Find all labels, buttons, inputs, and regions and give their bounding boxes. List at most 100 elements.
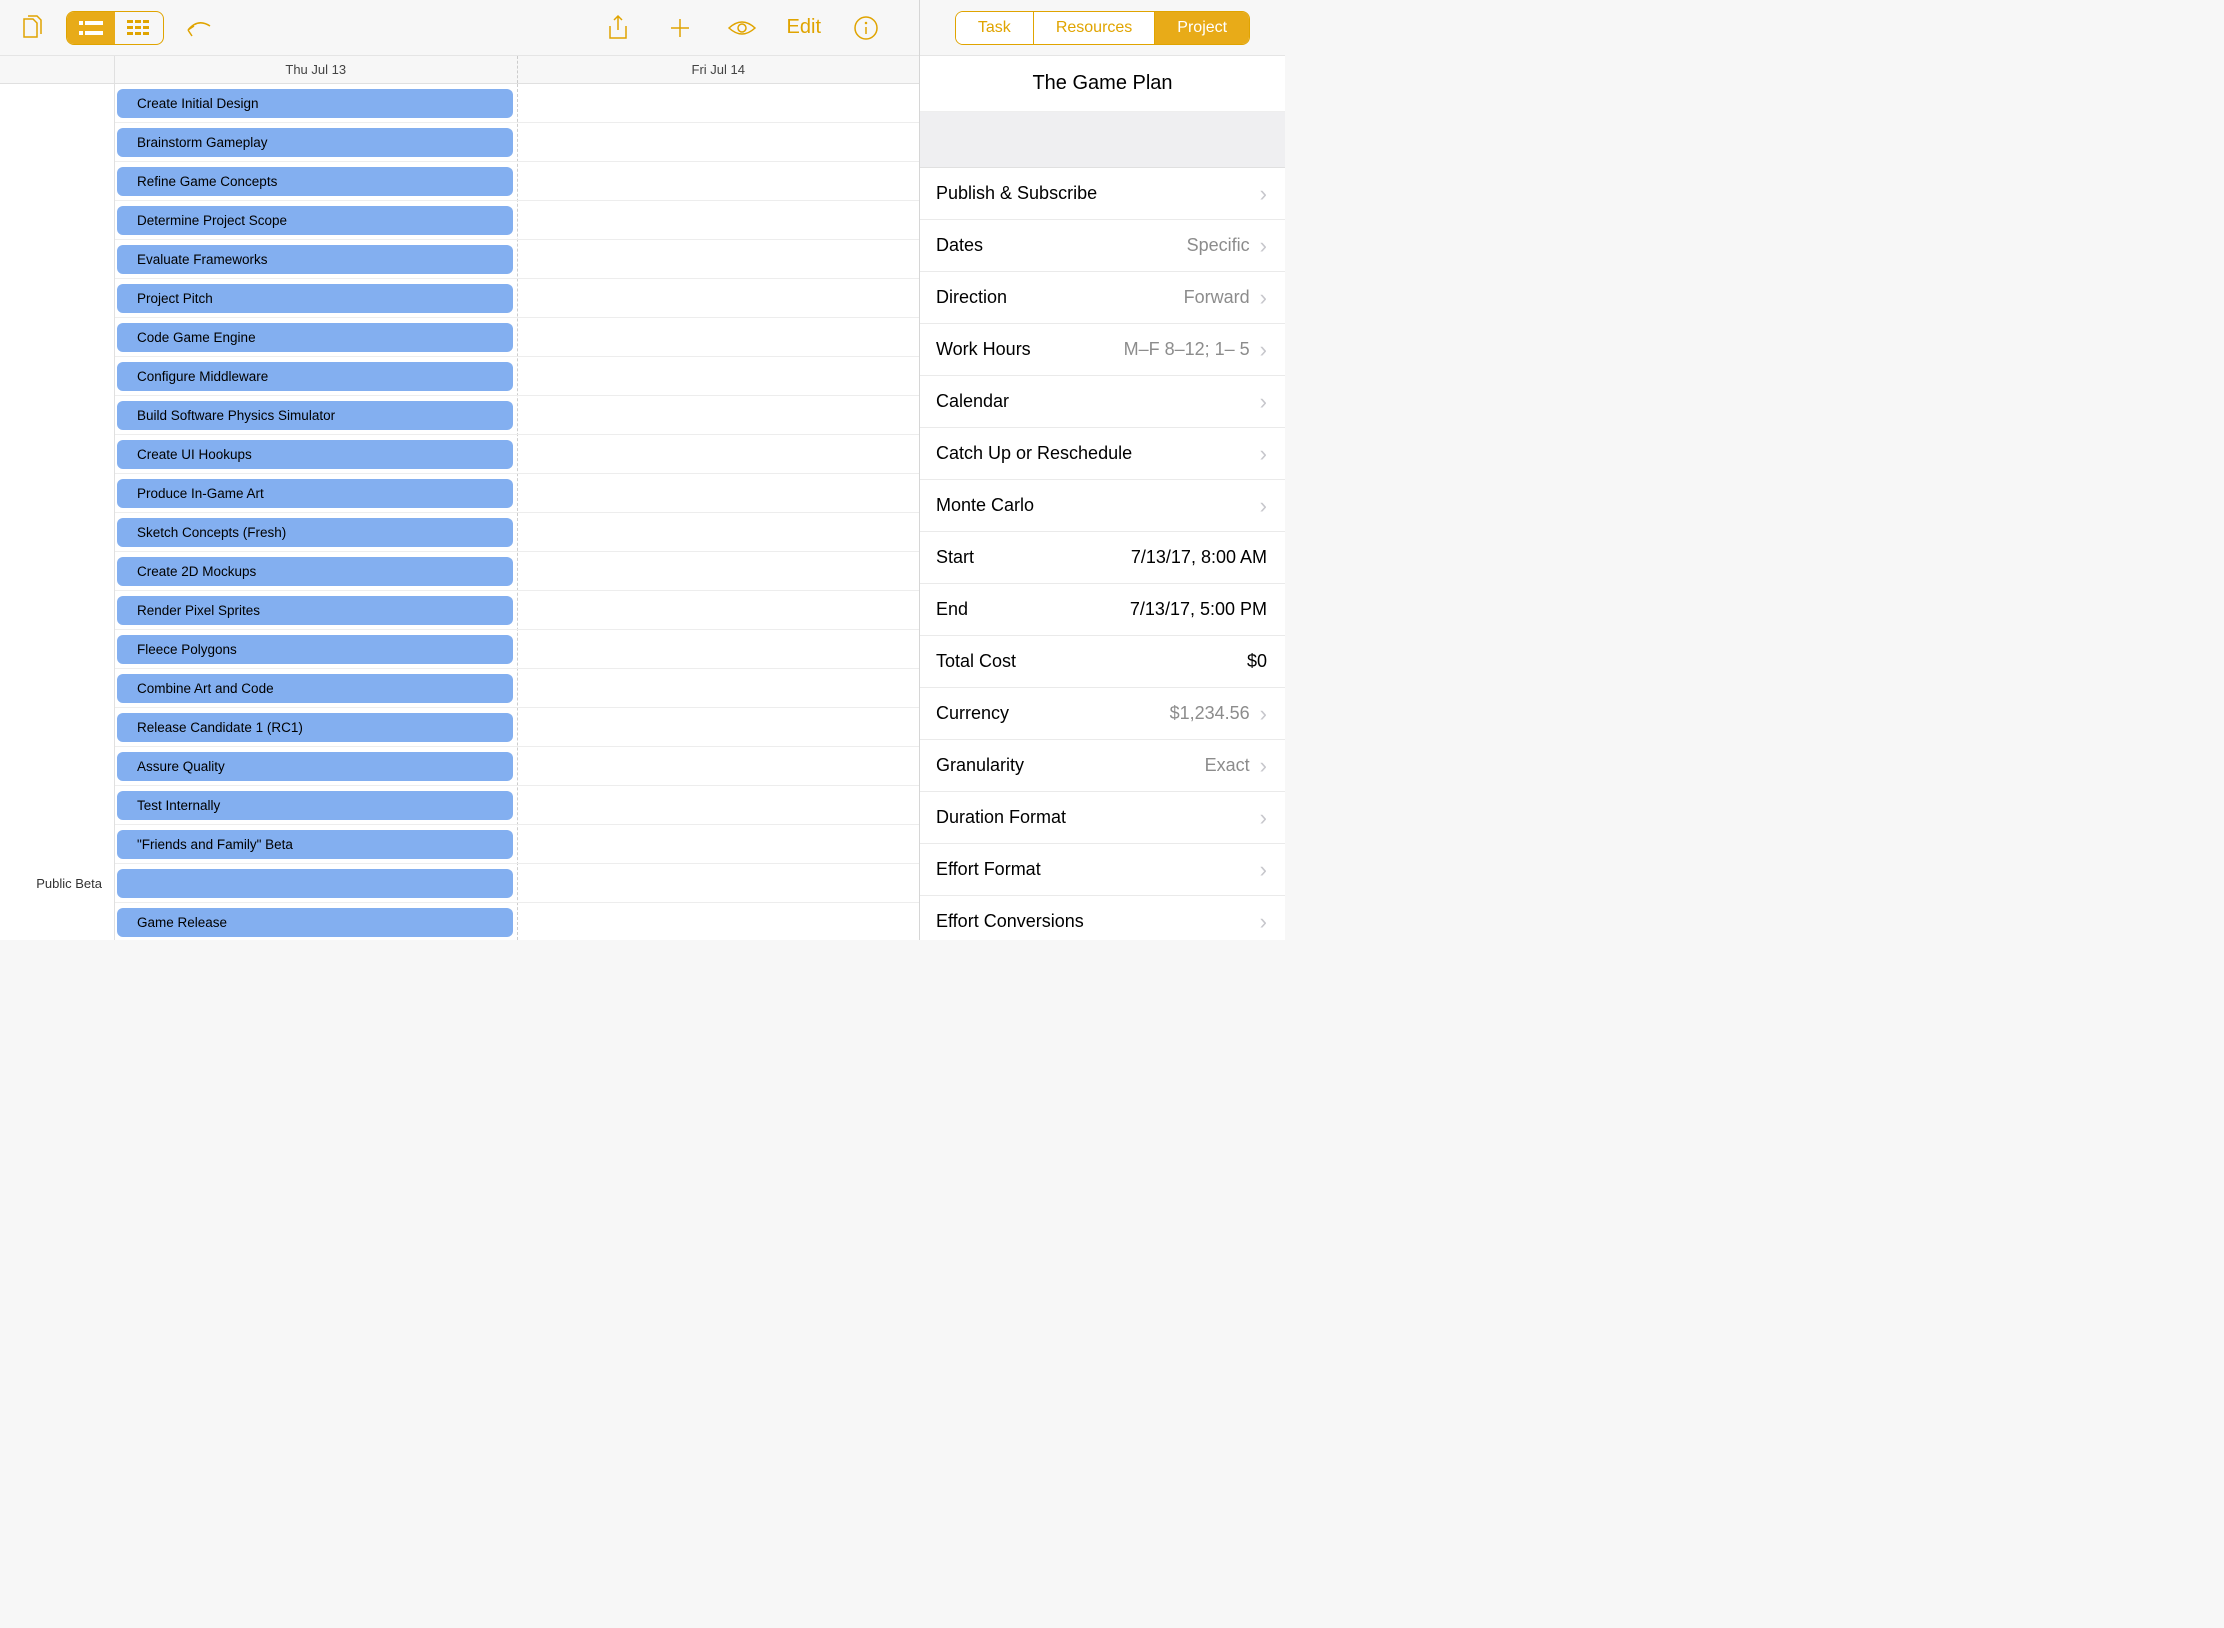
- row-value: 7/13/17, 5:00 PM: [1130, 599, 1267, 620]
- timeline-body[interactable]: Public Beta Create Initial Design Brains…: [0, 84, 919, 940]
- task-row: Render Pixel Sprites: [115, 591, 919, 630]
- task-bar[interactable]: Combine Art and Code: [117, 674, 513, 703]
- task-bar[interactable]: Release Candidate 1 (RC1): [117, 713, 513, 742]
- row-label: [0, 240, 114, 279]
- task-bar[interactable]: Render Pixel Sprites: [117, 596, 513, 625]
- tab-task[interactable]: Task: [956, 12, 1033, 44]
- tab-project[interactable]: Project: [1154, 12, 1249, 44]
- chevron-right-icon: ›: [1260, 911, 1267, 933]
- row-label: Total Cost: [936, 651, 1016, 672]
- task-bar[interactable]: [117, 869, 513, 898]
- task-bar[interactable]: Brainstorm Gameplay: [117, 128, 513, 157]
- gantt-view-icon[interactable]: [115, 12, 163, 44]
- row-currency[interactable]: Currency $1,234.56 ›: [920, 688, 1285, 740]
- row-label: Public Beta: [0, 864, 114, 903]
- row-label: Work Hours: [936, 339, 1031, 360]
- task-row: Sketch Concepts (Fresh): [115, 513, 919, 552]
- chevron-right-icon: ›: [1260, 703, 1267, 725]
- tab-resources[interactable]: Resources: [1033, 12, 1154, 44]
- row-label: [0, 435, 114, 474]
- row-label: [0, 357, 114, 396]
- task-bar[interactable]: "Friends and Family" Beta: [117, 830, 513, 859]
- task-row: Create 2D Mockups: [115, 552, 919, 591]
- row-value: M–F 8–12; 1– 5: [1124, 339, 1254, 360]
- row-duration-format[interactable]: Duration Format ›: [920, 792, 1285, 844]
- task-row: Evaluate Frameworks: [115, 240, 919, 279]
- inspector-panel: Task Resources Project The Game Plan Pub…: [920, 0, 1285, 940]
- row-label: Publish & Subscribe: [936, 183, 1097, 204]
- row-label: [0, 162, 114, 201]
- info-icon[interactable]: [849, 11, 883, 45]
- task-row: Project Pitch: [115, 279, 919, 318]
- task-bar[interactable]: Evaluate Frameworks: [117, 245, 513, 274]
- row-label: Calendar: [936, 391, 1009, 412]
- row-label: [0, 708, 114, 747]
- task-bar[interactable]: Build Software Physics Simulator: [117, 401, 513, 430]
- row-label: [0, 396, 114, 435]
- row-start[interactable]: Start 7/13/17, 8:00 AM: [920, 532, 1285, 584]
- row-label-column: Public Beta: [0, 84, 115, 940]
- row-effort-format[interactable]: Effort Format ›: [920, 844, 1285, 896]
- row-value: $0: [1247, 651, 1267, 672]
- row-label: [0, 786, 114, 825]
- row-label: Catch Up or Reschedule: [936, 443, 1132, 464]
- chevron-right-icon: ›: [1260, 287, 1267, 309]
- task-bar[interactable]: Sketch Concepts (Fresh): [117, 518, 513, 547]
- task-bar[interactable]: Project Pitch: [117, 284, 513, 313]
- share-icon[interactable]: [601, 11, 635, 45]
- task-bar[interactable]: Assure Quality: [117, 752, 513, 781]
- task-row: Configure Middleware: [115, 357, 919, 396]
- task-row: Produce In-Game Art: [115, 474, 919, 513]
- inspector-list[interactable]: Publish & Subscribe › Dates Specific › D…: [920, 168, 1285, 940]
- task-row: Create Initial Design: [115, 84, 919, 123]
- row-direction[interactable]: Direction Forward ›: [920, 272, 1285, 324]
- edit-button[interactable]: Edit: [787, 16, 821, 39]
- task-bar[interactable]: Game Release: [117, 908, 513, 937]
- row-end[interactable]: End 7/13/17, 5:00 PM: [920, 584, 1285, 636]
- task-bar[interactable]: Produce In-Game Art: [117, 479, 513, 508]
- row-value: Exact: [1205, 755, 1254, 776]
- task-bar[interactable]: Create UI Hookups: [117, 440, 513, 469]
- task-bar[interactable]: Determine Project Scope: [117, 206, 513, 235]
- add-icon[interactable]: [663, 11, 697, 45]
- task-bar[interactable]: Fleece Polygons: [117, 635, 513, 664]
- task-bar[interactable]: Create 2D Mockups: [117, 557, 513, 586]
- task-row: Build Software Physics Simulator: [115, 396, 919, 435]
- view-mode-toggle[interactable]: [66, 11, 164, 45]
- row-monte-carlo[interactable]: Monte Carlo ›: [920, 480, 1285, 532]
- row-work-hours[interactable]: Work Hours M–F 8–12; 1– 5 ›: [920, 324, 1285, 376]
- row-label: End: [936, 599, 968, 620]
- row-effort-conversions[interactable]: Effort Conversions ›: [920, 896, 1285, 940]
- row-label: [0, 552, 114, 591]
- toolbar-right: Edit: [601, 11, 905, 45]
- eye-icon[interactable]: [725, 11, 759, 45]
- row-label: [0, 630, 114, 669]
- row-label: Duration Format: [936, 807, 1066, 828]
- row-value: $1,234.56: [1170, 703, 1254, 724]
- row-value: Specific: [1187, 235, 1254, 256]
- task-bar[interactable]: Test Internally: [117, 791, 513, 820]
- row-value: 7/13/17, 8:00 AM: [1131, 547, 1267, 568]
- task-bar[interactable]: Configure Middleware: [117, 362, 513, 391]
- task-bar[interactable]: Create Initial Design: [117, 89, 513, 118]
- task-row: Fleece Polygons: [115, 630, 919, 669]
- outline-view-icon[interactable]: [67, 12, 115, 44]
- row-granularity[interactable]: Granularity Exact ›: [920, 740, 1285, 792]
- row-catch-up[interactable]: Catch Up or Reschedule ›: [920, 428, 1285, 480]
- day-header-2: Fri Jul 14: [518, 56, 920, 83]
- row-total-cost[interactable]: Total Cost $0: [920, 636, 1285, 688]
- task-row: "Friends and Family" Beta: [115, 825, 919, 864]
- row-calendar[interactable]: Calendar ›: [920, 376, 1285, 428]
- row-dates[interactable]: Dates Specific ›: [920, 220, 1285, 272]
- chevron-right-icon: ›: [1260, 755, 1267, 777]
- row-label: [0, 747, 114, 786]
- undo-icon[interactable]: [182, 11, 216, 45]
- row-publish-subscribe[interactable]: Publish & Subscribe ›: [920, 168, 1285, 220]
- task-bar[interactable]: Code Game Engine: [117, 323, 513, 352]
- documents-icon[interactable]: [14, 11, 48, 45]
- task-row: Test Internally: [115, 786, 919, 825]
- timeline-header: Thu Jul 13 Fri Jul 14: [0, 56, 919, 84]
- task-row: Code Game Engine: [115, 318, 919, 357]
- inspector-tabs-wrap: Task Resources Project: [920, 0, 1285, 56]
- task-bar[interactable]: Refine Game Concepts: [117, 167, 513, 196]
